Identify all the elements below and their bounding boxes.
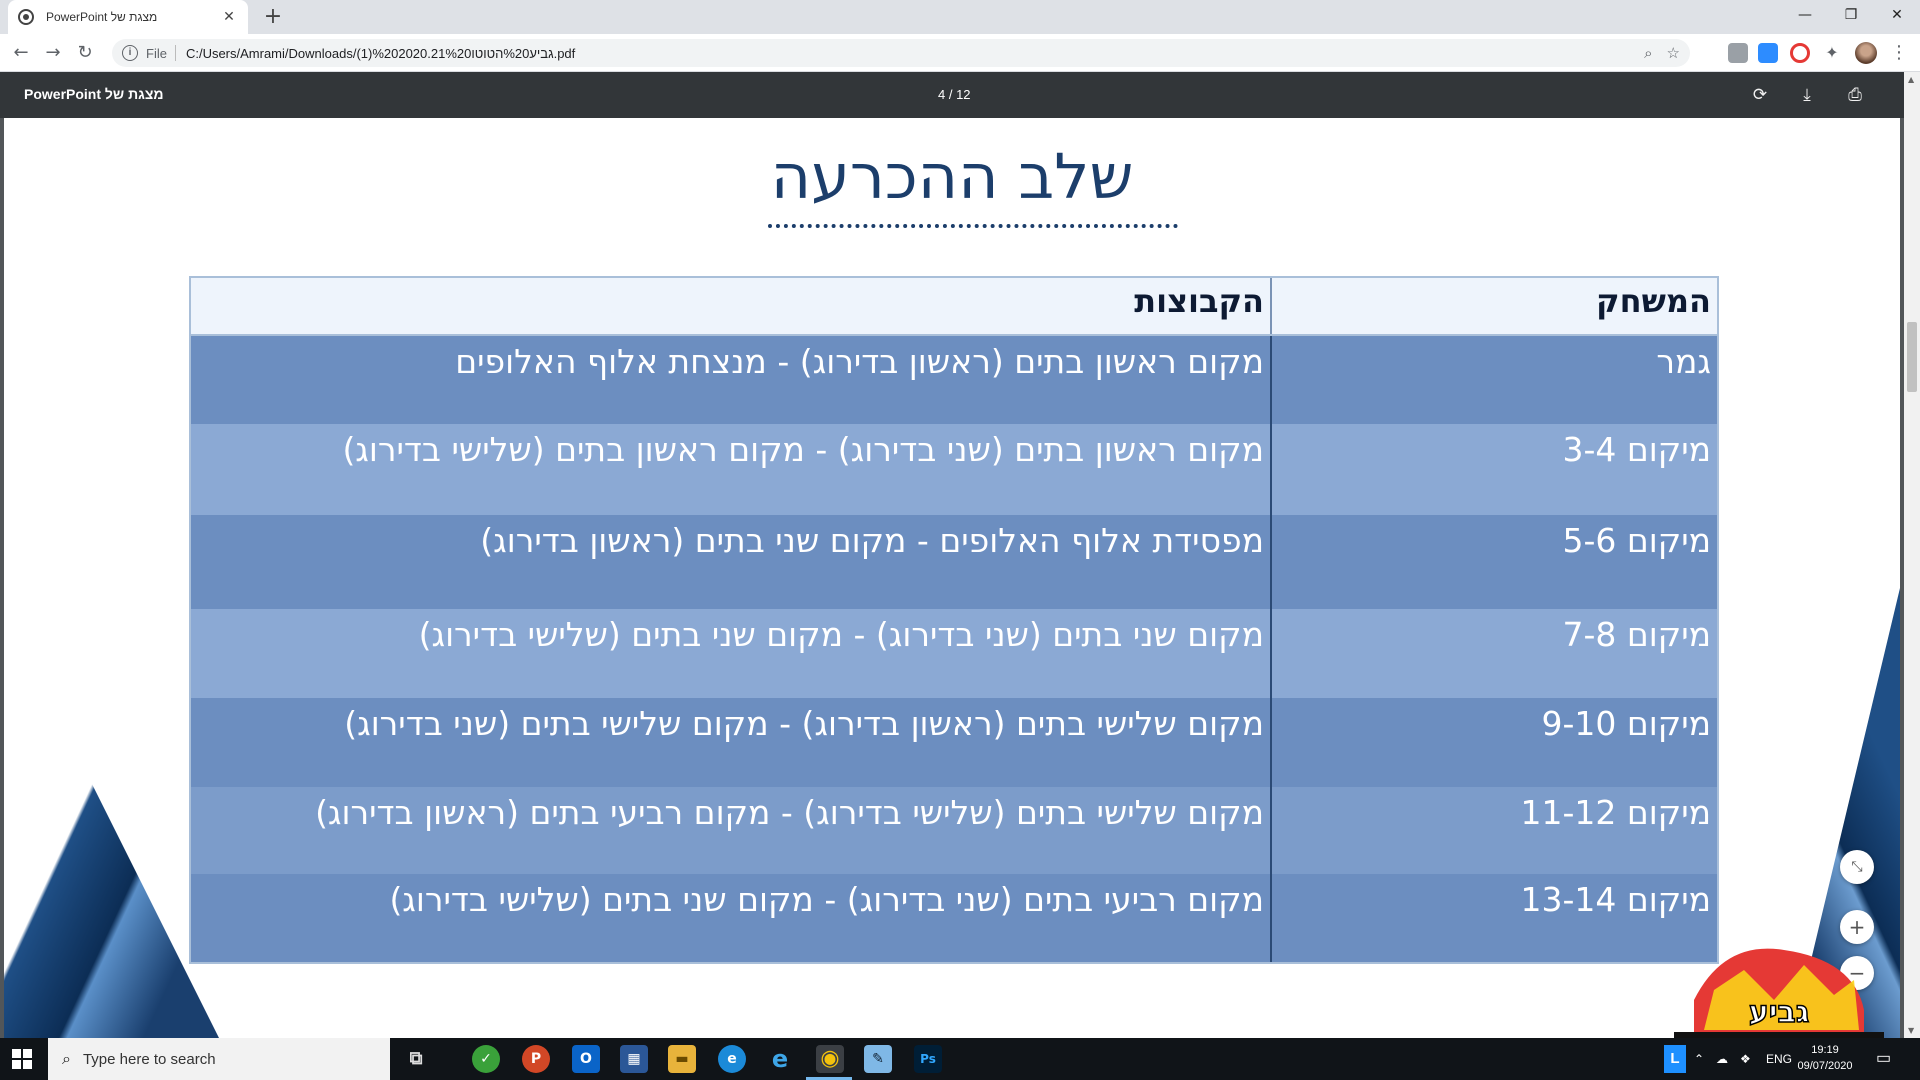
search-icon: ⌕ <box>62 1049 71 1068</box>
cell-game: מיקום 5-6 <box>1270 515 1717 609</box>
tray-app-icon[interactable]: L <box>1664 1045 1686 1073</box>
logo-text: גביע <box>1749 995 1810 1030</box>
windows-start-icon[interactable] <box>12 1049 32 1069</box>
header-teams: הקבוצות <box>1134 282 1264 320</box>
table-row: מיקום 3-4 מקום ראשון בתים (שני בדירוג) -… <box>191 424 1717 515</box>
cell-game: מיקום 9-10 <box>1270 698 1717 787</box>
restore-button[interactable]: ❐ <box>1828 0 1874 30</box>
windows-taskbar: ⌕ Type here to search ⧉ ✓ P O ▦ ▬ e e ◉ … <box>0 1038 1920 1080</box>
browser-tab[interactable]: PowerPoint מצגת של ✕ <box>8 0 248 34</box>
pdf-toolbar: PowerPoint מצגת של 4 / 12 ⟳ ⤓ ⎙ <box>0 72 1904 118</box>
rotate-icon[interactable]: ⟳ <box>1747 82 1773 108</box>
browser-toolbar: ← → ↻ i File C:/Users/Amrami/Downloads/(… <box>0 34 1920 72</box>
edge-icon[interactable]: e <box>718 1045 746 1073</box>
download-icon[interactable]: ⤓ <box>1794 82 1820 108</box>
header-game: המשחק <box>1270 278 1717 334</box>
toto-cup-logo: גביע <box>1674 948 1884 1038</box>
table-row: מיקום 7-8 מקום שני בתים (שני בדירוג) - מ… <box>191 609 1717 698</box>
avatar[interactable] <box>1855 42 1877 64</box>
cell-teams: מקום ראשון בתים (ראשון בדירוג) - מנצחת א… <box>455 342 1264 381</box>
taskbar-search[interactable]: ⌕ Type here to search <box>48 1038 390 1080</box>
cell-game: גמר <box>1270 336 1717 424</box>
onedrive-icon[interactable]: ☁ <box>1716 1038 1728 1080</box>
url-text[interactable]: C:/Users/Amrami/Downloads/(1)%202020.21%… <box>186 46 1630 61</box>
cell-teams: מקום שני בתים (שני בדירוג) - מקום שני בת… <box>418 615 1264 654</box>
bookmark-star-icon[interactable]: ☆ <box>1667 44 1680 62</box>
table-row: גמר מקום ראשון בתים (ראשון בדירוג) - מנצ… <box>191 336 1717 424</box>
extension-zoom-icon[interactable] <box>1758 43 1778 63</box>
search-placeholder: Type here to search <box>82 1050 216 1068</box>
clock-time: 19:19 <box>1811 1044 1839 1056</box>
task-view-icon[interactable]: ⧉ <box>402 1045 430 1073</box>
clock-date: 09/07/2020 <box>1797 1060 1853 1072</box>
fit-to-page-button[interactable]: ⤡ <box>1840 850 1874 884</box>
table-header-row: המשחק הקבוצות <box>191 278 1717 336</box>
omnibox-divider <box>174 45 176 61</box>
cell-teams: מקום שלישי בתים (שלישי בדירוג) - מקום רב… <box>315 793 1264 832</box>
globe-icon <box>18 9 34 25</box>
slide-title: שלב ההכרעה <box>770 140 1134 213</box>
zoom-in-button[interactable]: + <box>1840 910 1874 944</box>
table-row: מיקום 11-12 מקום שלישי בתים (שלישי בדירו… <box>191 787 1717 874</box>
calculator-icon[interactable]: ▦ <box>620 1045 648 1073</box>
extension-pdf-icon[interactable] <box>1728 43 1748 63</box>
forward-arrow-icon[interactable]: → <box>40 40 66 66</box>
scrollbar[interactable]: ▲ ▼ <box>1904 72 1920 1038</box>
reload-icon[interactable]: ↻ <box>72 40 98 66</box>
cell-teams: מקום שלישי בתים (ראשון בדירוג) - מקום של… <box>344 704 1264 743</box>
file-explorer-icon[interactable]: ▬ <box>668 1045 696 1073</box>
table-row: מיקום 5-6 מפסידת אלוף האלופים - מקום שני… <box>191 515 1717 609</box>
outlook-icon[interactable]: O <box>572 1045 600 1073</box>
document-title: PowerPoint מצגת של <box>24 86 164 102</box>
tray-chevron-icon[interactable]: ⌃ <box>1694 1038 1704 1080</box>
page-indicator[interactable]: 4 / 12 <box>938 87 971 102</box>
photoshop-icon[interactable]: Ps <box>914 1045 942 1073</box>
stages-table: המשחק הקבוצות גמר מקום ראשון בתים (ראשון… <box>189 276 1719 964</box>
cell-teams: מקום ראשון בתים (שני בדירוג) - מקום ראשו… <box>342 430 1264 469</box>
window-close-button[interactable]: ✕ <box>1874 0 1920 30</box>
powerpoint-icon[interactable]: P <box>522 1045 550 1073</box>
address-bar[interactable]: i File C:/Users/Amrami/Downloads/(1)%202… <box>112 39 1690 67</box>
internet-explorer-icon[interactable]: e <box>766 1045 794 1073</box>
title-underline <box>768 224 1178 232</box>
scheme-label: File <box>146 45 167 61</box>
extensions-puzzle-icon[interactable]: ✦ <box>1822 43 1842 63</box>
cell-game: מיקום 11-12 <box>1270 787 1717 874</box>
cell-game: מיקום 13-14 <box>1270 874 1717 962</box>
menu-kebab-icon[interactable]: ⋮ <box>1890 42 1908 63</box>
tab-title: PowerPoint מצגת של <box>46 10 158 24</box>
tab-strip: PowerPoint מצגת של ✕ + — ❐ ✕ <box>0 0 1920 34</box>
zoom-icon[interactable]: ⌕ <box>1644 45 1652 62</box>
cell-teams: מקום רביעי בתים (שני בדירוג) - מקום שני … <box>389 880 1264 919</box>
scroll-down-icon[interactable]: ▼ <box>1908 1026 1914 1035</box>
cell-game: מיקום 3-4 <box>1270 424 1717 515</box>
back-arrow-icon[interactable]: ← <box>8 40 34 66</box>
green-app-icon[interactable]: ✓ <box>472 1045 500 1073</box>
pdf-page: שלב ההכרעה המשחק הקבוצות גמר מקום ראשון … <box>4 118 1900 1038</box>
tab-close-icon[interactable]: ✕ <box>220 9 238 25</box>
notifications-icon[interactable]: ▭ <box>1876 1038 1891 1080</box>
cell-game: מיקום 7-8 <box>1270 609 1717 698</box>
scroll-thumb[interactable] <box>1907 322 1917 392</box>
notes-icon[interactable]: ✎ <box>864 1045 892 1073</box>
dropbox-icon[interactable]: ❖ <box>1740 1038 1751 1080</box>
language-indicator[interactable]: ENG <box>1766 1038 1792 1080</box>
table-row: מיקום 13-14 מקום רביעי בתים (שני בדירוג)… <box>191 874 1717 962</box>
minimize-button[interactable]: — <box>1782 0 1828 30</box>
extension-red-icon[interactable] <box>1790 43 1810 63</box>
clock[interactable]: 19:19 09/07/2020 <box>1790 1042 1860 1074</box>
info-icon[interactable]: i <box>122 45 138 61</box>
chrome-icon[interactable]: ◉ <box>816 1045 844 1073</box>
print-icon[interactable]: ⎙ <box>1842 82 1868 108</box>
scroll-up-icon[interactable]: ▲ <box>1908 75 1914 84</box>
table-row: מיקום 9-10 מקום שלישי בתים (ראשון בדירוג… <box>191 698 1717 787</box>
cell-teams: מפסידת אלוף האלופים - מקום שני בתים (ראש… <box>480 521 1264 560</box>
new-tab-button[interactable]: + <box>260 4 286 30</box>
